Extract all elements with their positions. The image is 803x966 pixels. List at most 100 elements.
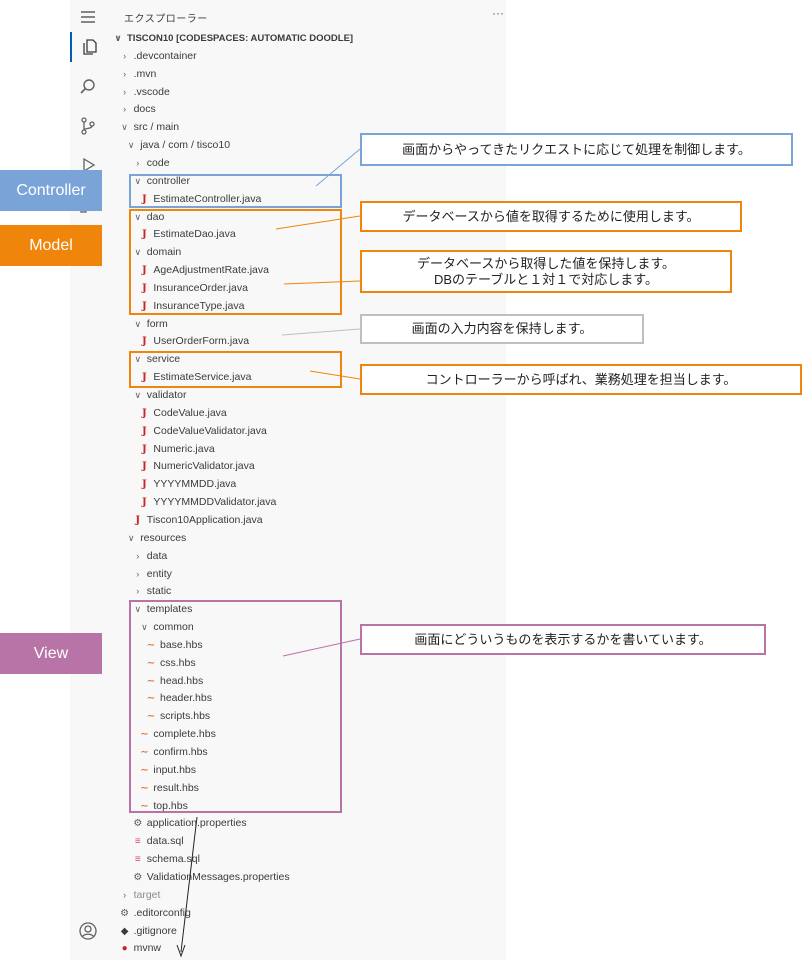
- tree-label: Numeric.java: [153, 442, 215, 455]
- chevron-right-icon: ›: [136, 157, 140, 168]
- domain-callout-line1: データベースから取得した値を保持します。: [416, 255, 676, 271]
- tree-label: mvnw: [133, 942, 162, 955]
- tree-folder[interactable]: ∨ validator: [132, 386, 187, 404]
- gear-icon: ⚙: [120, 907, 130, 919]
- tree-label: target: [133, 888, 161, 901]
- tree-file[interactable]: ● mvnw: [119, 939, 161, 957]
- tree-folder[interactable]: ∨ TISCON10 [CODESPACES: AUTOMATIC DOODLE]: [112, 29, 353, 47]
- tree-folder[interactable]: › .devcontainer: [119, 47, 197, 65]
- tree-label: CodeValue.java: [153, 406, 227, 419]
- tree-file[interactable]: J CodeValueValidator.java: [138, 422, 267, 440]
- tree-label: .mvn: [133, 67, 157, 80]
- tree-folder[interactable]: › entity: [132, 565, 172, 583]
- tree-label: schema.sql: [146, 853, 200, 866]
- tree-label: validator: [146, 389, 187, 401]
- menu-icon[interactable]: [70, 2, 106, 32]
- chevron-down-icon: ∨: [121, 122, 128, 133]
- tree-file[interactable]: J Numeric.java: [138, 440, 215, 458]
- tree-label: NumericValidator.java: [153, 460, 255, 473]
- tree-folder[interactable]: ∨ java / com / tisco10: [125, 136, 230, 154]
- domain-callout-line2: DBのテーブルと１対１で対応します。: [434, 271, 658, 287]
- account-icon[interactable]: [70, 916, 106, 946]
- tree-folder[interactable]: › static: [132, 582, 172, 600]
- tree-file[interactable]: ⚙ application.properties: [132, 814, 247, 832]
- java-file-icon: J: [142, 443, 147, 455]
- model-highlight-box: [129, 209, 342, 315]
- tree-file[interactable]: J YYYYMMDDValidator.java: [138, 493, 276, 511]
- controller-highlight-box: [129, 174, 342, 208]
- tree-folder[interactable]: ∨ resources: [125, 529, 186, 547]
- tree-file[interactable]: ⚙ ValidationMessages.properties: [132, 868, 289, 886]
- tree-file[interactable]: J YYYYMMDD.java: [138, 475, 236, 493]
- java-file-icon: J: [142, 479, 147, 491]
- tree-label: data.sql: [146, 835, 184, 848]
- chevron-right-icon: ›: [123, 104, 127, 115]
- tree-file[interactable]: ≡ data.sql: [132, 832, 184, 850]
- java-file-icon: J: [142, 497, 147, 509]
- tree-label: java / com / tisco10: [140, 139, 231, 152]
- tree-folder[interactable]: › .vscode: [119, 83, 170, 101]
- model-label: Model: [0, 225, 102, 266]
- controller-label: Controller: [0, 170, 102, 211]
- explorer-title: エクスプローラー: [124, 14, 208, 25]
- chevron-right-icon: ›: [123, 86, 127, 97]
- form-callout-text: 画面の入力内容を保持します。: [411, 321, 593, 336]
- tree-file[interactable]: ⚙ .editorconfig: [119, 904, 191, 922]
- tree-folder[interactable]: ∨ src / main: [119, 118, 179, 136]
- database-icon: ≡: [134, 836, 141, 848]
- java-file-icon: J: [142, 336, 147, 348]
- chevron-down-icon: ∨: [127, 532, 135, 543]
- chevron-right-icon: ›: [136, 550, 140, 561]
- view-callout-text: 画面にどういうものを表示するかを書いています。: [414, 631, 712, 647]
- tree-folder[interactable]: › code: [132, 154, 170, 172]
- chevron-down-icon: ∨: [134, 318, 142, 329]
- service-callout-text: コントローラーから呼ばれ、業務処理を担当します。: [425, 371, 737, 387]
- tree-file[interactable]: J NumericValidator.java: [138, 457, 255, 475]
- source-control-icon[interactable]: [70, 111, 106, 141]
- gear-icon: ⚙: [133, 818, 143, 830]
- chevron-right-icon: ›: [123, 50, 127, 61]
- tree-file[interactable]: J Tiscon10Application.java: [132, 511, 263, 529]
- tree-folder[interactable]: › .mvn: [119, 65, 157, 83]
- tree-file[interactable]: J UserOrderForm.java: [138, 332, 249, 350]
- tree-label: .vscode: [133, 85, 170, 98]
- chevron-right-icon: ›: [136, 586, 140, 597]
- tree-file[interactable]: ◆ .gitignore: [119, 922, 177, 940]
- tree-label: UserOrderForm.java: [153, 335, 250, 348]
- java-file-icon: J: [135, 514, 141, 526]
- controller-callout-text: 画面からやってきたリクエストに応じて処理を制御します。: [402, 141, 751, 157]
- activity-bar: [70, 0, 106, 960]
- tree-label: TISCON10 [CODESPACES: AUTOMATIC DOODLE]: [127, 33, 354, 44]
- tree-label: Tiscon10Application.java: [146, 513, 263, 526]
- files-icon[interactable]: [70, 32, 108, 62]
- chevron-right-icon: ›: [123, 889, 127, 900]
- tree-label: docs: [133, 103, 156, 116]
- tree-label: .devcontainer: [133, 49, 197, 62]
- tree-file[interactable]: ≡ schema.sql: [132, 850, 200, 868]
- service-highlight-box: [129, 351, 342, 388]
- tree-label: YYYYMMDD.java: [153, 478, 237, 491]
- tree-label: static: [146, 585, 172, 598]
- tree-folder[interactable]: › target: [119, 886, 161, 904]
- dao-callout-text: データベースから値を取得するために使用します。: [402, 208, 700, 224]
- more-actions-icon[interactable]: ···: [492, 6, 504, 20]
- chevron-down-icon: ∨: [134, 390, 142, 400]
- maven-icon: ●: [121, 943, 128, 955]
- form-callout: 画面の入力内容を保持します。: [360, 314, 644, 344]
- tree-label: .gitignore: [133, 924, 177, 937]
- tree-folder[interactable]: › data: [132, 547, 167, 565]
- search-icon[interactable]: [70, 72, 106, 102]
- tree-label: code: [146, 156, 170, 169]
- view-label: View: [0, 633, 102, 674]
- gear-icon: ⚙: [133, 871, 143, 883]
- tree-label: entity: [146, 567, 172, 580]
- tree-file[interactable]: J CodeValue.java: [138, 404, 227, 422]
- tree-label: application.properties: [146, 817, 247, 830]
- tree-label: form: [146, 317, 168, 330]
- tree-folder[interactable]: ∨ form: [132, 315, 168, 333]
- git-icon: ◆: [120, 925, 129, 937]
- view-highlight-box: [129, 600, 342, 813]
- tree-label: resources: [140, 531, 187, 544]
- tree-folder[interactable]: › docs: [119, 100, 156, 118]
- chevron-down-icon: ∨: [127, 140, 135, 151]
